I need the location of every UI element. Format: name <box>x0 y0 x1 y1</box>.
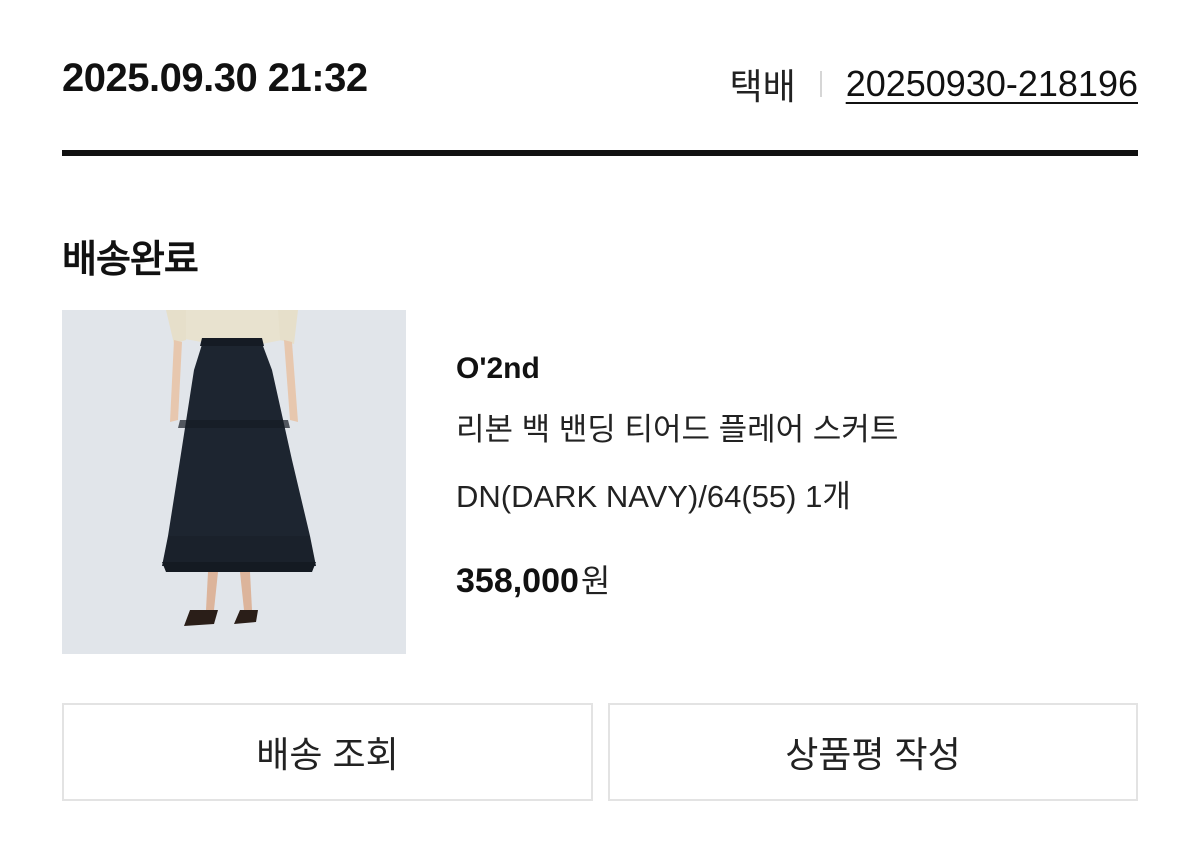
order-meta: 택배 20250930-218196 <box>729 58 1138 110</box>
order-number-link[interactable]: 20250930-218196 <box>846 63 1138 105</box>
product-name[interactable]: 리본 백 밴딩 티어드 플레어 스커트 <box>456 404 898 449</box>
delivery-status: 배송완료 <box>62 239 199 281</box>
order-header: 2025.09.30 21:32 택배 20250930-218196 <box>62 52 1138 108</box>
currency-unit: 원 <box>580 563 611 599</box>
price-row: 358,000 원 <box>456 556 898 602</box>
product-option: DN(DARK NAVY)/64(55) 1개 <box>456 479 851 514</box>
header-divider <box>62 150 1138 156</box>
write-review-button[interactable]: 상품평 작성 <box>608 703 1138 801</box>
product-image[interactable] <box>62 310 406 654</box>
separator <box>819 71 822 97</box>
shipping-method: 택배 <box>729 66 796 107</box>
product-price: 358,000 <box>456 562 579 600</box>
order-datetime: 2025.09.30 21:32 <box>62 56 368 100</box>
track-delivery-button[interactable]: 배송 조회 <box>62 703 593 801</box>
product-info: O'2nd 리본 백 밴딩 티어드 플레어 스커트 DN(DARK NAVY)/… <box>456 352 898 602</box>
product-brand: O'2nd <box>456 352 540 385</box>
skirt-photo <box>62 310 406 654</box>
